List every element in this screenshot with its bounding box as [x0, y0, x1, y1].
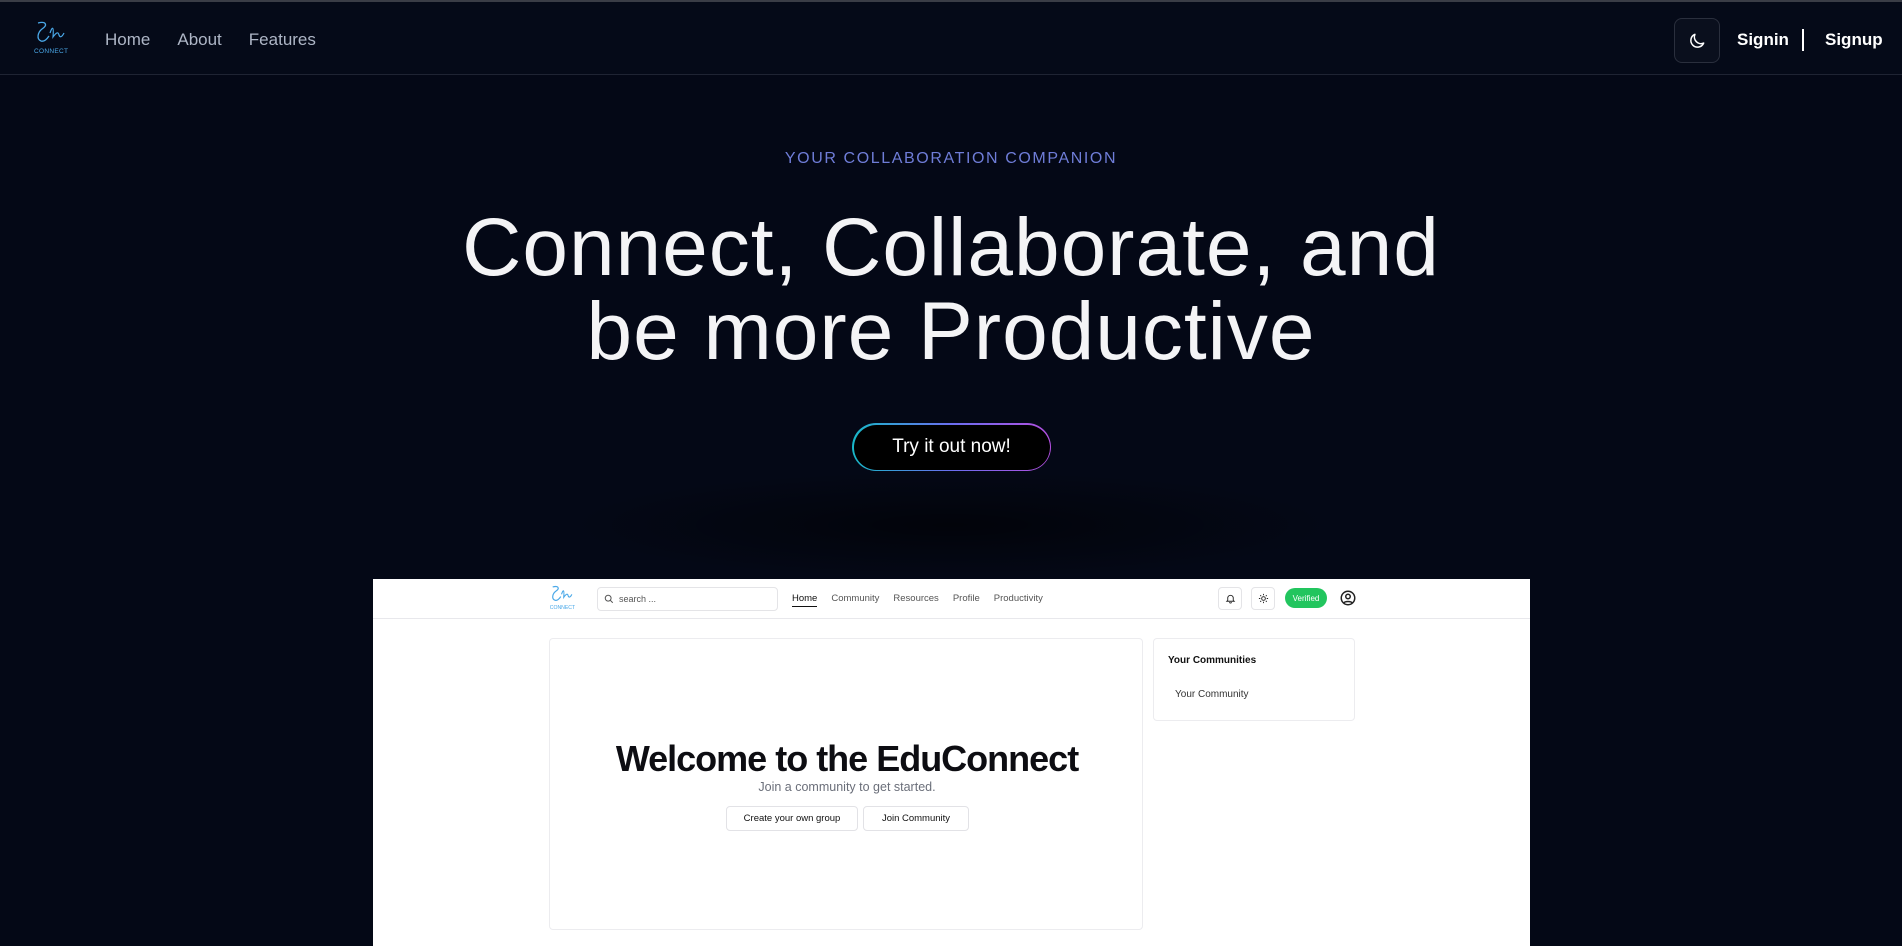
svg-text:CONNECT: CONNECT — [550, 605, 576, 611]
preview-nav-home: Home — [792, 593, 818, 607]
signup-link[interactable]: Signup — [1825, 30, 1883, 50]
preview-nav-resources: Resources — [893, 593, 939, 604]
preview-notification-button — [1218, 587, 1242, 610]
svg-text:CONNECT: CONNECT — [34, 48, 68, 55]
headline-line-1: Connect, Collaborate, and — [462, 202, 1440, 293]
sun-icon — [1258, 593, 1268, 604]
hero-shadow — [560, 470, 1340, 580]
preview-header: CONNECT search ... Home Community Resour… — [373, 579, 1530, 619]
nav-features-link[interactable]: Features — [249, 30, 316, 50]
preview-nav-productivity: Productivity — [993, 593, 1043, 604]
bell-icon — [1225, 594, 1235, 604]
hero-headline: Connect, Collaborate, and be more Produc… — [0, 206, 1902, 374]
search-placeholder: search ... — [619, 594, 657, 604]
preview-create-group-button: Create your own group — [726, 806, 858, 831]
try-it-button[interactable]: Try it out now! — [852, 423, 1051, 471]
auth-divider — [1802, 29, 1804, 51]
verified-badge: Verified — [1285, 588, 1327, 608]
preview-theme-button — [1251, 587, 1275, 610]
nav-home-link[interactable]: Home — [105, 30, 150, 50]
try-it-button-label: Try it out now! — [853, 424, 1050, 470]
preview-communities-title: Your Communities — [1168, 655, 1257, 666]
preview-nav: Home Community Resources Profile Product… — [792, 593, 1043, 607]
headline-line-2: be more Productive — [586, 286, 1316, 377]
user-avatar-icon — [1340, 590, 1356, 606]
educonnect-logo[interactable]: CONNECT — [32, 19, 72, 57]
signin-link[interactable]: Signin — [1737, 30, 1789, 50]
hero-eyebrow: YOUR COLLABORATION COMPANION — [784, 150, 1118, 167]
preview-welcome-title: Welcome to the EduConnect — [615, 738, 1079, 779]
preview-welcome-subtitle: Join a community to get started. — [758, 780, 936, 794]
preview-join-community-button: Join Community — [863, 806, 969, 831]
preview-search-input: search ... — [597, 587, 778, 611]
nav-about-link[interactable]: About — [177, 30, 221, 50]
top-navbar: CONNECT Home About Features Signin Signu… — [0, 0, 1902, 75]
moon-icon — [1690, 33, 1705, 48]
preview-logo: CONNECT — [550, 586, 576, 611]
app-preview-screenshot: CONNECT search ... Home Community Resour… — [373, 579, 1530, 946]
preview-community-item: Your Community — [1175, 689, 1249, 700]
theme-toggle-button[interactable] — [1674, 18, 1720, 63]
preview-welcome-card: Welcome to the EduConnect Join a communi… — [549, 638, 1143, 930]
preview-communities-card: Your Communities Your Community — [1153, 638, 1355, 721]
main-nav: Home About Features — [105, 30, 316, 50]
search-icon — [604, 594, 614, 604]
preview-nav-profile: Profile — [952, 593, 980, 604]
preview-nav-community: Community — [831, 593, 880, 604]
